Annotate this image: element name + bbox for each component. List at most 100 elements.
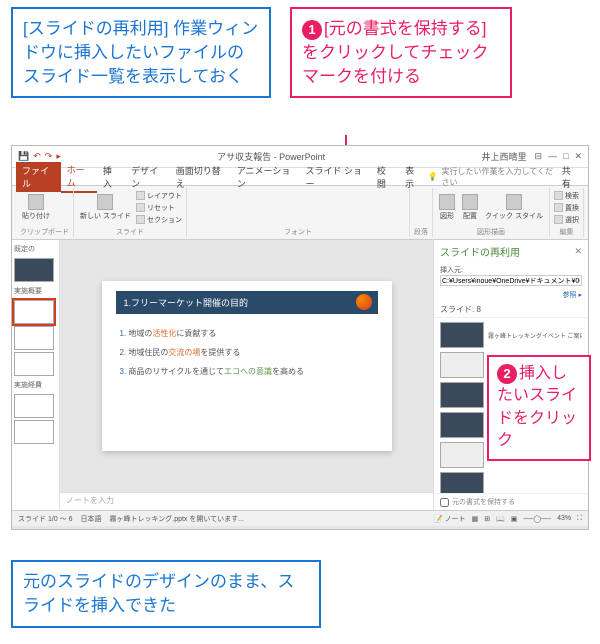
annotation-text: [スライドの再利用] 作業ウィンドウに挿入したいファイルのスライド一覧を表示して… <box>23 19 258 86</box>
tell-me-search[interactable]: 💡 実行したい作業を入力してください <box>428 166 556 188</box>
zoom-slider[interactable]: ──◯── <box>523 515 551 523</box>
section-header[interactable]: 既定の <box>14 242 57 256</box>
paste-button[interactable]: 貼り付け <box>20 193 52 222</box>
source-path-input[interactable] <box>440 275 582 286</box>
reuse-source: 挿入元: <box>434 263 588 288</box>
slide-thumbnail[interactable] <box>14 352 54 376</box>
step-number-2: 2 <box>497 364 517 384</box>
tab-design[interactable]: デザイン <box>125 162 170 192</box>
view-sorter-icon[interactable]: ⊞ <box>484 515 490 523</box>
group-label: スライド <box>78 227 182 237</box>
quick-access-toolbar[interactable]: 💾 ↶ ↷ ▸ <box>18 151 61 162</box>
ribbon: 貼り付け クリップボード 新しい スライド レイアウト リセット セクション ス… <box>12 186 588 240</box>
slide-indicator: スライド 1/0 ～ 6 <box>18 514 72 524</box>
ribbon-group-drawing: 図形 配置 クイック スタイル 図形描画 <box>433 188 550 237</box>
new-slide-button[interactable]: 新しい スライド <box>78 193 133 222</box>
section-button[interactable]: セクション <box>136 214 182 226</box>
annotation-mid-right: 2挿入したいスライドをクリック <box>487 355 591 461</box>
current-slide[interactable]: 1.フリーマーケット開催の目的 1. 地域の活性化に貢献する2. 地域住民の交流… <box>102 281 392 451</box>
browse-link[interactable]: 参照 ▸ <box>434 288 588 302</box>
tab-insert[interactable]: 挿入 <box>97 162 125 192</box>
reuse-thumb <box>440 322 484 348</box>
slide-count: スライド: 8 <box>434 302 588 318</box>
tab-review[interactable]: 校閲 <box>371 162 399 192</box>
group-label: クリップボード <box>20 227 69 237</box>
user-name[interactable]: 井上西晴里 <box>481 150 526 163</box>
find-button[interactable]: 検索 <box>554 190 579 202</box>
reuse-thumb <box>440 382 484 408</box>
view-reading-icon[interactable]: 📖 <box>496 515 505 523</box>
ribbon-group-clipboard: 貼り付け クリップボード <box>16 188 74 237</box>
ribbon-group-slides: 新しい スライド レイアウト リセット セクション スライド <box>74 188 187 237</box>
step-number-1: 1 <box>302 20 322 40</box>
powerpoint-window: 💾 ↶ ↷ ▸ アサ収支報告 - PowerPoint 井上西晴里 ⊟ — □ … <box>11 145 589 530</box>
slide-bullet[interactable]: 3. 商品のリサイクルを通じてエコへの意識を高める <box>116 362 378 381</box>
share-button[interactable]: 共有 <box>556 162 584 192</box>
shapes-button[interactable]: 図形 <box>437 193 457 222</box>
reset-button[interactable]: リセット <box>136 202 182 214</box>
slide-thumbnail[interactable] <box>14 326 54 350</box>
tab-transitions[interactable]: 画面切り替え <box>170 162 231 192</box>
reuse-pane-title: スライドの再利用 <box>440 244 520 259</box>
ribbon-options-icon[interactable]: ⊟ <box>534 151 542 162</box>
quick-style-icon <box>506 194 522 210</box>
tab-view[interactable]: 表示 <box>399 162 427 192</box>
reuse-thumb <box>440 472 484 493</box>
reuse-thumb <box>440 442 484 468</box>
fit-window-icon[interactable]: ⛶ <box>577 515 582 523</box>
slide-bullet[interactable]: 2. 地域住民の交流の場を提供する <box>116 343 378 362</box>
group-label: フォント <box>191 227 405 237</box>
annotation-text: 元のスライドのデザインのまま、スライドを挿入できた <box>23 572 294 615</box>
slide-thumbnail[interactable] <box>14 258 54 282</box>
keep-source-formatting[interactable]: 元の書式を保持する <box>434 493 588 510</box>
reuse-slide-item[interactable]: 霧ヶ峰トレッキングイベント ご案内 <box>438 320 584 350</box>
reuse-item-label: 霧ヶ峰トレッキングイベント ご案内 <box>488 331 582 340</box>
slide-bullet[interactable]: 1. 地域の活性化に貢献する <box>116 324 378 343</box>
slide-title[interactable]: 1.フリーマーケット開催の目的 <box>116 291 378 314</box>
minimize-icon[interactable]: — <box>548 151 557 162</box>
maximize-icon[interactable]: □ <box>563 151 568 162</box>
quick-style-button[interactable]: クイック スタイル <box>483 193 545 222</box>
slide-thumbnail[interactable] <box>14 420 54 444</box>
slide-thumbnail[interactable] <box>14 394 54 418</box>
notes-pane[interactable]: ノートを入力 <box>60 492 433 510</box>
section-header[interactable]: 実施概要 <box>14 284 57 298</box>
select-button[interactable]: 選択 <box>554 214 579 226</box>
replace-button[interactable]: 置換 <box>554 202 579 214</box>
zoom-level[interactable]: 43% <box>557 515 571 522</box>
slide-body[interactable]: 1. 地域の活性化に貢献する2. 地域住民の交流の場を提供する3. 商品のリサイ… <box>116 324 378 381</box>
annotation-text: [元の書式を保持する] をクリックしてチェックマークを付ける <box>302 19 489 86</box>
annotation-bottom: 元のスライドのデザインのまま、スライドを挿入できた <box>11 560 321 628</box>
close-pane-icon[interactable]: ✕ <box>574 246 582 257</box>
ribbon-group-font: フォント <box>187 188 410 237</box>
arrange-icon <box>462 194 478 210</box>
close-icon[interactable]: ✕ <box>574 151 582 162</box>
tab-slideshow[interactable]: スライド ショー <box>299 162 370 192</box>
window-controls: ⊟ — □ ✕ <box>534 151 582 162</box>
status-message: 霧ヶ峰トレッキング.pptx を開いています... <box>109 514 244 524</box>
annotation-top-right: 1[元の書式を保持する] をクリックしてチェックマークを付ける <box>290 7 512 98</box>
redo-icon[interactable]: ↷ <box>45 151 53 162</box>
group-label: 図形描画 <box>437 227 545 237</box>
undo-icon[interactable]: ↶ <box>33 151 41 162</box>
ribbon-group-editing: 検索 置換 選択 編集 <box>550 188 584 237</box>
view-slideshow-icon[interactable]: ▣ <box>511 515 518 523</box>
tab-animations[interactable]: アニメーション <box>231 162 300 192</box>
save-icon[interactable]: 💾 <box>18 151 29 162</box>
new-slide-icon <box>97 194 113 210</box>
keep-format-checkbox[interactable] <box>440 498 449 507</box>
slide-canvas: 1.フリーマーケット開催の目的 1. 地域の活性化に貢献する2. 地域住民の交流… <box>60 240 433 510</box>
section-header[interactable]: 実施経費 <box>14 378 57 392</box>
keep-format-label: 元の書式を保持する <box>452 497 515 507</box>
slide-thumbnail-selected[interactable] <box>14 300 54 324</box>
arrange-button[interactable]: 配置 <box>460 193 480 222</box>
layout-button[interactable]: レイアウト <box>136 190 182 202</box>
source-label: 挿入元: <box>440 267 463 274</box>
language-indicator[interactable]: 日本語 <box>80 514 101 524</box>
reuse-slide-item[interactable] <box>438 470 584 493</box>
tab-file[interactable]: ファイル <box>16 162 61 192</box>
slide-thumbnails-pane[interactable]: 既定の 実施概要 実施経費 <box>12 240 60 510</box>
view-normal-icon[interactable]: ▦ <box>472 515 479 523</box>
slide-area[interactable]: 1.フリーマーケット開催の目的 1. 地域の活性化に貢献する2. 地域住民の交流… <box>60 240 433 492</box>
notes-toggle[interactable]: 📝 ノート <box>434 514 466 524</box>
